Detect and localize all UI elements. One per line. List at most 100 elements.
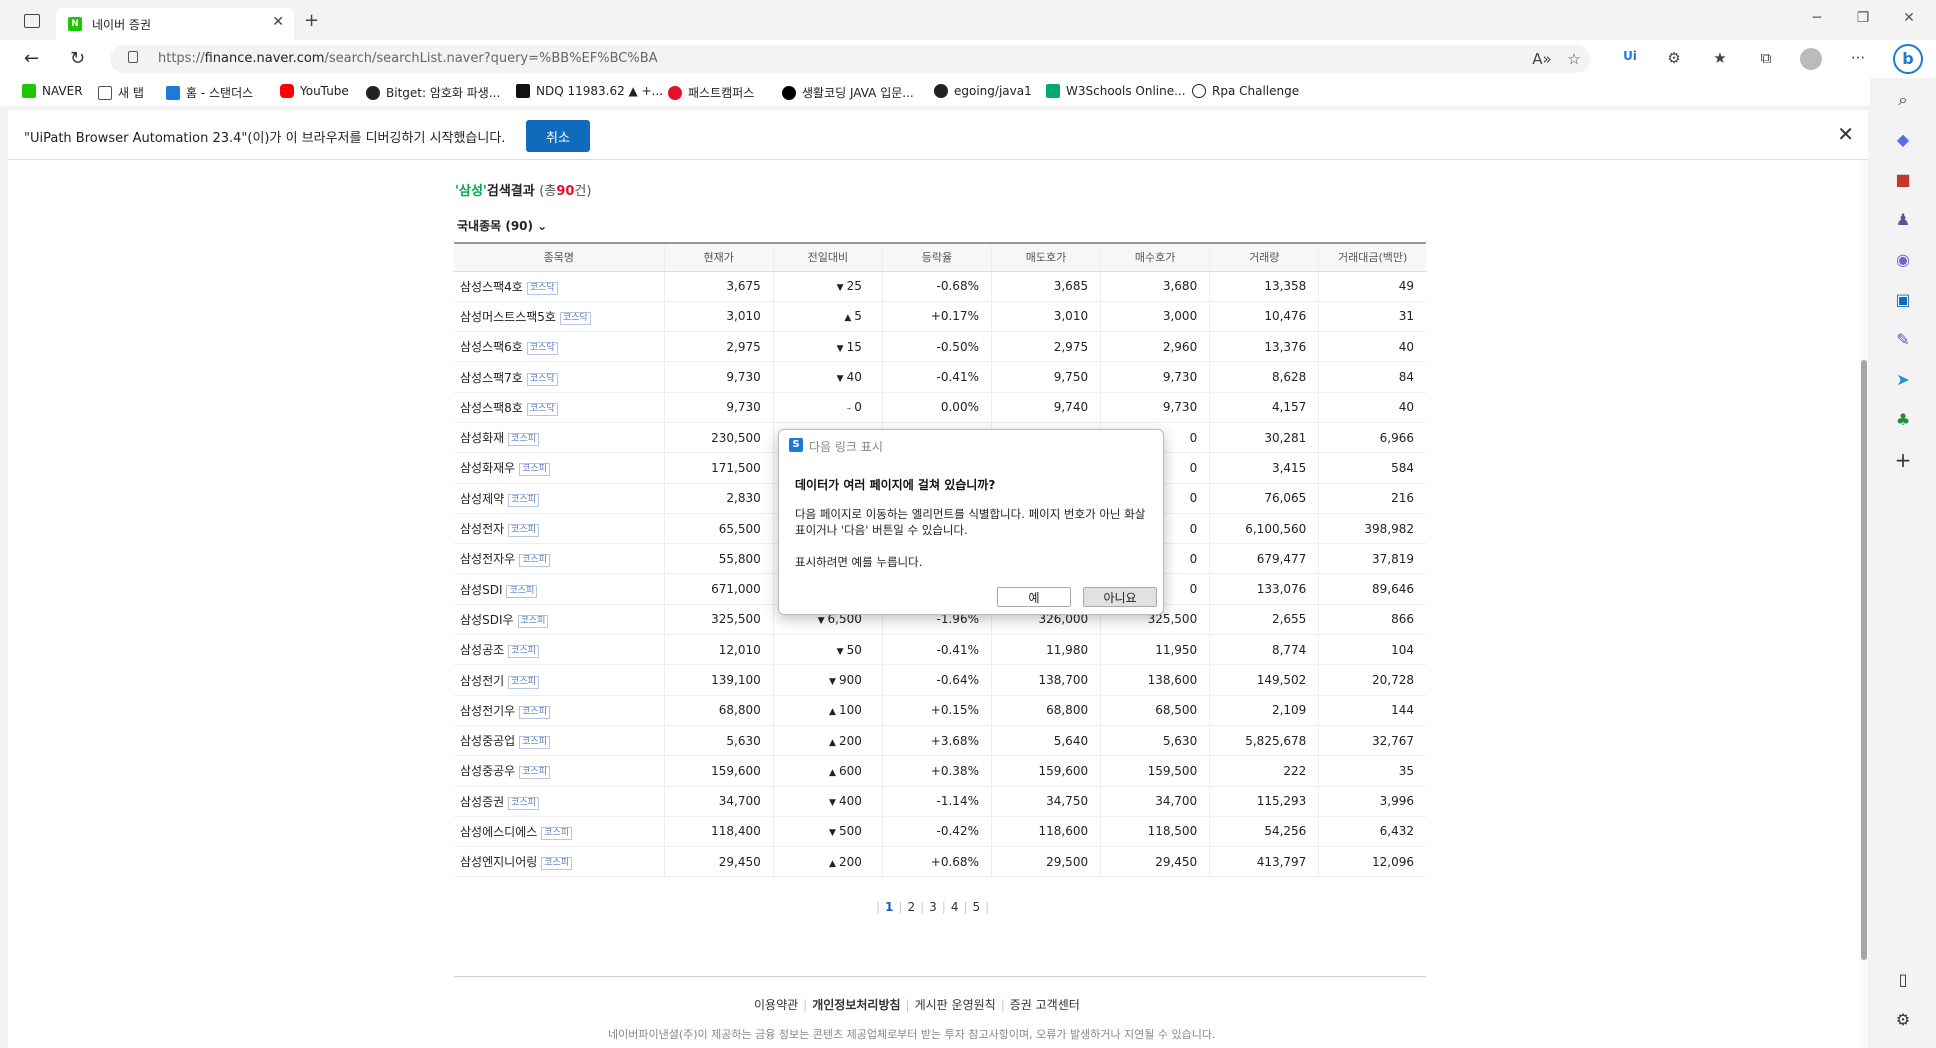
bing-copilot-icon[interactable]: b xyxy=(1893,44,1923,74)
stock-name-link[interactable]: 삼성제약 xyxy=(460,492,504,506)
stock-name-link[interactable]: 삼성화재 xyxy=(460,431,504,445)
stock-name-cell[interactable]: 삼성SDI 코스피 xyxy=(454,573,665,605)
stock-name-link[interactable]: 삼성전자우 xyxy=(460,552,515,566)
uipath-extension-icon[interactable]: Ui xyxy=(1618,49,1642,63)
tab-actions-icon[interactable] xyxy=(24,14,40,28)
footer-board-policy-link[interactable]: 게시판 운영원칙 xyxy=(915,998,996,1012)
stock-name-cell[interactable]: 삼성화재 코스피 xyxy=(454,421,665,454)
bookmark-rpa-challenge[interactable]: Rpa Challenge xyxy=(1192,84,1299,98)
read-aloud-icon[interactable]: A» xyxy=(1530,50,1554,68)
window-close-icon[interactable]: ✕ xyxy=(1894,10,1924,26)
add-favorite-icon[interactable]: ☆ xyxy=(1562,50,1586,68)
profile-avatar[interactable] xyxy=(1800,48,1822,70)
bookmark-youtube[interactable]: YouTube xyxy=(280,84,349,98)
stock-name-cell[interactable]: 삼성SDI우 코스피 xyxy=(454,604,665,636)
stock-name-cell[interactable]: 삼성에스디에스 코스피 xyxy=(454,816,665,848)
stock-name-link[interactable]: 삼성스팩7호 xyxy=(460,371,523,385)
dialog-yes-button[interactable]: 예 xyxy=(997,587,1071,607)
sidebar-panel-icon[interactable]: ▯ xyxy=(1893,970,1913,990)
stock-name-link[interactable]: 삼성엔지니어링 xyxy=(460,855,537,869)
stock-name-link[interactable]: 삼성증권 xyxy=(460,795,504,809)
stock-name-link[interactable]: 삼성중공업 xyxy=(460,734,515,748)
dialog-no-button[interactable]: 아니요 xyxy=(1083,587,1157,607)
stock-name-link[interactable]: 삼성중공우 xyxy=(460,764,515,778)
page-scrollbar[interactable] xyxy=(1860,160,1868,1048)
stock-name-link[interactable]: 삼성SDI xyxy=(460,583,502,597)
footer-privacy-link[interactable]: 개인정보처리방침 xyxy=(812,998,900,1012)
stock-name-cell[interactable]: 삼성전자 코스피 xyxy=(454,513,665,545)
restore-icon[interactable]: ❐ xyxy=(1848,10,1878,26)
bookmark-new-tab[interactable]: 새 탭 xyxy=(98,84,144,101)
stock-name-link[interactable]: 삼성전기우 xyxy=(460,704,515,718)
change-arrow-icon: ▲ xyxy=(829,767,836,778)
stock-name-cell[interactable]: 삼성스팩8호 코스닥 xyxy=(454,392,665,423)
collections-icon[interactable]: ⧉ xyxy=(1754,49,1778,67)
refresh-icon[interactable]: ↻ xyxy=(70,48,85,69)
search-icon[interactable]: ⌕ xyxy=(1893,90,1913,110)
footer-support-link[interactable]: 증권 고객센터 xyxy=(1010,998,1080,1012)
url-input[interactable]: https://finance.naver.com/search/searchL… xyxy=(110,45,1590,73)
browser-tab[interactable]: N 네이버 증권 ✕ xyxy=(56,8,294,40)
stock-name-cell[interactable]: 삼성전자우 코스피 xyxy=(454,543,665,575)
page-5[interactable]: 5 xyxy=(973,900,981,914)
stock-name-link[interactable]: 삼성스팩4호 xyxy=(460,280,523,294)
stock-name-cell[interactable]: 삼성스팩4호 코스닥 xyxy=(454,271,665,302)
bookmark-github[interactable]: egoing/java1 xyxy=(934,84,1032,98)
domestic-stocks-toggle[interactable]: 국내종목 (90) ⌄ xyxy=(457,217,547,234)
stock-name-cell[interactable]: 삼성제약 코스피 xyxy=(454,483,665,514)
bookmark-opentutorials[interactable]: 생활코딩 JAVA 입문... xyxy=(782,84,914,101)
microsoft-365-icon[interactable]: ◉ xyxy=(1893,250,1913,270)
designer-icon[interactable]: ✎ xyxy=(1893,330,1913,350)
footer-terms-link[interactable]: 이용약관 xyxy=(754,998,798,1012)
bookmark-ndq[interactable]: NDQ 11983.62 ▲ +... xyxy=(516,84,663,98)
stock-name-cell[interactable]: 삼성중공우 코스피 xyxy=(454,755,665,787)
stock-name-cell[interactable]: 삼성엔지니어링 코스피 xyxy=(454,846,665,878)
stock-name-link[interactable]: 삼성머스트스팩5호 xyxy=(460,310,556,324)
bookmark-fastcampus[interactable]: 패스트캠퍼스 xyxy=(668,84,754,101)
settings-gear-icon[interactable]: ⚙ xyxy=(1893,1010,1913,1030)
stock-name-cell[interactable]: 삼성스팩6호 코스닥 xyxy=(454,331,665,363)
tree-icon[interactable]: ♣ xyxy=(1893,410,1913,430)
stock-name-cell[interactable]: 삼성증권 코스피 xyxy=(454,786,665,817)
send-icon[interactable]: ➤ xyxy=(1893,370,1913,390)
bookmark-naver[interactable]: NAVER xyxy=(22,84,83,98)
stock-name-link[interactable]: 삼성공조 xyxy=(460,643,504,657)
stock-name-cell[interactable]: 삼성전기 코스피 xyxy=(454,664,665,696)
page-3[interactable]: 3 xyxy=(929,900,937,914)
tools-briefcase-icon[interactable]: ■ xyxy=(1893,170,1913,190)
stock-name-cell[interactable]: 삼성머스트스팩5호 코스닥 xyxy=(454,301,665,333)
stock-name-cell[interactable]: 삼성중공업 코스피 xyxy=(454,724,665,757)
change-cell: ▼ 25 xyxy=(772,271,883,302)
page-1[interactable]: 1 xyxy=(885,900,893,914)
tab-close-icon[interactable]: ✕ xyxy=(272,14,284,30)
stock-name-link[interactable]: 삼성화재우 xyxy=(460,461,515,475)
more-menu-icon[interactable]: ··· xyxy=(1846,49,1870,67)
bookmark-standers[interactable]: 홈 - 스탠더스 xyxy=(166,84,253,101)
infobar-cancel-button[interactable]: 취소 xyxy=(526,120,590,152)
outlook-icon[interactable]: ▣ xyxy=(1893,290,1913,310)
extensions-icon[interactable]: ⚙ xyxy=(1662,49,1686,67)
games-icon[interactable]: ♟ xyxy=(1893,210,1913,230)
favorites-icon[interactable]: ★ xyxy=(1708,49,1732,67)
stock-name-link[interactable]: 삼성스팩8호 xyxy=(460,401,523,415)
scroll-thumb[interactable] xyxy=(1861,360,1867,960)
add-sidebar-app-icon[interactable]: + xyxy=(1893,450,1913,470)
stock-name-link[interactable]: 삼성전기 xyxy=(460,674,504,688)
stock-name-cell[interactable]: 삼성화재우 코스피 xyxy=(454,452,665,484)
stock-name-cell[interactable]: 삼성공조 코스피 xyxy=(454,634,665,666)
page-2[interactable]: 2 xyxy=(907,900,915,914)
infobar-close-icon[interactable]: ✕ xyxy=(1837,122,1854,146)
shopping-tag-icon[interactable]: ◆ xyxy=(1893,130,1913,150)
stock-name-link[interactable]: 삼성전자 xyxy=(460,522,504,536)
stock-name-cell[interactable]: 삼성스팩7호 코스닥 xyxy=(454,361,665,393)
minimize-icon[interactable]: ─ xyxy=(1802,10,1832,26)
bookmark-bitget[interactable]: Bitget: 암호화 파생... xyxy=(366,84,500,101)
back-icon[interactable]: ← xyxy=(24,48,39,69)
page-4[interactable]: 4 xyxy=(951,900,959,914)
bookmark-w3schools[interactable]: W3Schools Online... xyxy=(1046,84,1186,98)
new-tab-icon[interactable]: + xyxy=(304,10,319,31)
stock-name-link[interactable]: 삼성에스디에스 xyxy=(460,825,537,839)
stock-name-cell[interactable]: 삼성전기우 코스피 xyxy=(454,695,665,726)
stock-name-link[interactable]: 삼성SDI우 xyxy=(460,613,514,627)
stock-name-link[interactable]: 삼성스팩6호 xyxy=(460,340,523,354)
